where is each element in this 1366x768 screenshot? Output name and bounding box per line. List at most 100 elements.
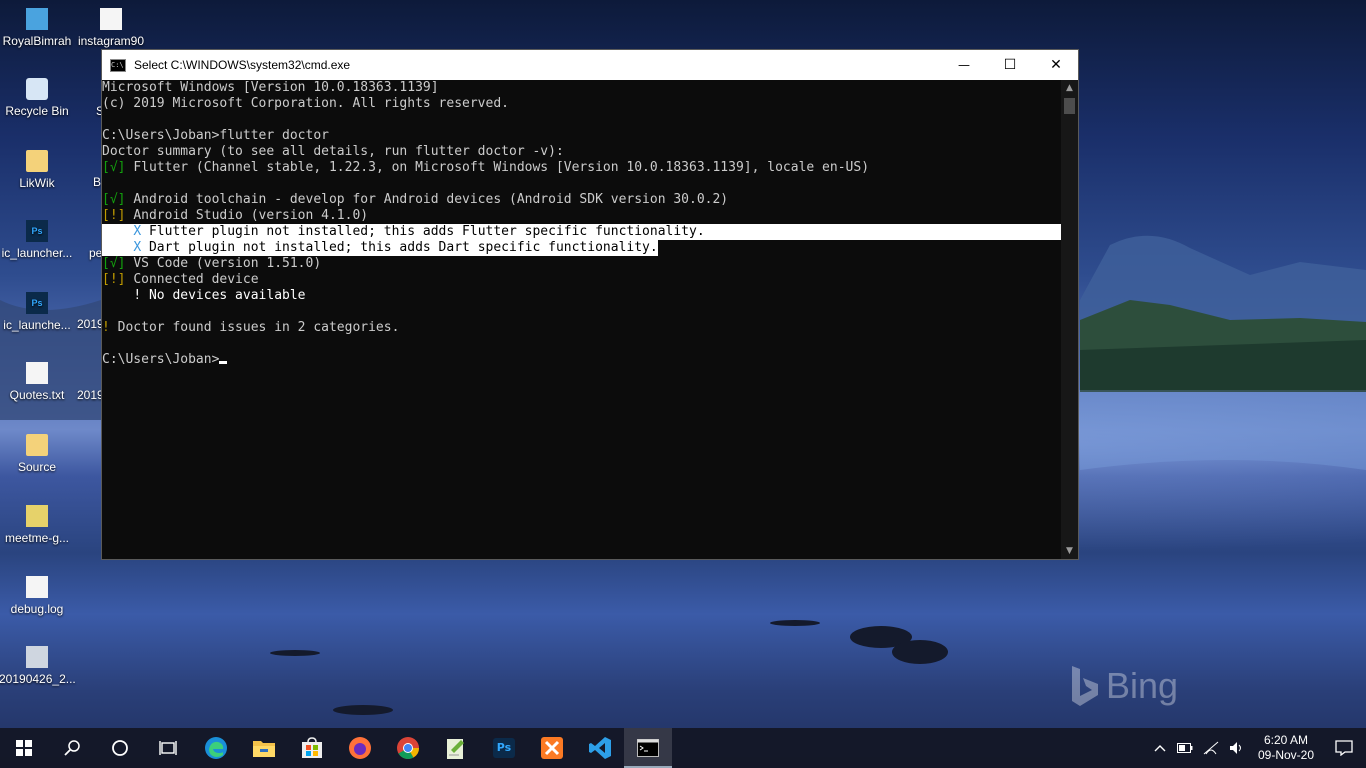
console-line: X Dart plugin not installed; this adds D… bbox=[102, 240, 1061, 256]
console-line: [!] Android Studio (version 4.1.0) bbox=[102, 208, 1061, 224]
desktop-icon-ic-launcher-2[interactable]: Ps ic_launche... bbox=[0, 292, 75, 332]
taskbar-app-vscode[interactable] bbox=[576, 728, 624, 768]
taskbar-app-file-explorer[interactable] bbox=[240, 728, 288, 768]
xampp-icon bbox=[541, 737, 563, 759]
bing-watermark: Bing bbox=[1070, 664, 1178, 708]
task-view-icon bbox=[159, 741, 177, 755]
computer-icon bbox=[26, 8, 48, 30]
network-button[interactable] bbox=[1198, 728, 1224, 768]
desktop-icon-debug-log[interactable]: debug.log bbox=[0, 576, 75, 616]
recycle-bin-icon bbox=[26, 78, 48, 100]
window-title: Select C:\WINDOWS\system32\cmd.exe bbox=[134, 58, 351, 72]
desktop-icon-label: 20190426_2... bbox=[0, 672, 76, 686]
console-text: Doctor found issues in 2 categories. bbox=[117, 320, 400, 335]
cmd-icon: C:\ bbox=[110, 58, 126, 72]
maximize-button[interactable]: ☐ bbox=[987, 50, 1033, 80]
vertical-scrollbar[interactable]: ▲ ▼ bbox=[1061, 80, 1078, 559]
console-line: [!] Connected device bbox=[102, 272, 1061, 288]
clock-time: 6:20 AM bbox=[1263, 733, 1308, 747]
text-cursor bbox=[219, 361, 228, 364]
selected-text: X Dart plugin not installed; this adds D… bbox=[102, 240, 658, 256]
desktop-icon-label: Source bbox=[17, 460, 57, 474]
console-line: [√] VS Code (version 1.51.0) bbox=[102, 256, 1061, 272]
console-text: Dart plugin not installed; this adds Dar… bbox=[148, 240, 658, 255]
show-hidden-icons-button[interactable] bbox=[1148, 728, 1172, 768]
bang-mark: ! bbox=[102, 320, 110, 335]
windows-logo-icon bbox=[16, 740, 32, 756]
cmd-window[interactable]: C:\ Select C:\WINDOWS\system32\cmd.exe —… bbox=[101, 49, 1079, 560]
start-button[interactable] bbox=[0, 728, 48, 768]
chrome-icon bbox=[397, 737, 419, 759]
photoshop-file-icon: Ps bbox=[26, 220, 48, 242]
selected-console-line: X Flutter plugin not installed; this add… bbox=[102, 224, 1062, 240]
edge-icon bbox=[205, 737, 227, 759]
desktop-icon-label: Recycle Bin bbox=[5, 104, 69, 118]
minimize-button[interactable]: — bbox=[941, 50, 987, 80]
console-line: Doctor summary (to see all details, run … bbox=[102, 144, 564, 159]
partial-icon-label: 2019 bbox=[77, 388, 104, 402]
image-file-icon bbox=[26, 646, 48, 668]
desktop-icon-likwik[interactable]: LikWik bbox=[0, 150, 75, 190]
scrollbar-thumb[interactable] bbox=[1064, 98, 1075, 114]
notepad-plus-plus-icon bbox=[447, 739, 464, 759]
title-bar[interactable]: C:\ Select C:\WINDOWS\system32\cmd.exe —… bbox=[102, 50, 1078, 80]
prompt-text: C:\Users\Joban> bbox=[102, 352, 220, 367]
scroll-up-icon[interactable]: ▲ bbox=[1061, 80, 1078, 96]
console-text: Flutter plugin not installed; this adds … bbox=[148, 224, 705, 239]
taskbar-app-firefox[interactable] bbox=[336, 728, 384, 768]
taskbar-app-edge[interactable] bbox=[192, 728, 240, 768]
desktop-icon-label: ic_launcher... bbox=[1, 246, 73, 260]
cortana-button[interactable] bbox=[96, 728, 144, 768]
desktop-icon-label: ic_launche... bbox=[3, 318, 71, 332]
console-line: ! Doctor found issues in 2 categories. bbox=[102, 320, 1061, 336]
folder-icon bbox=[26, 434, 48, 456]
search-icon bbox=[64, 740, 80, 756]
partial-icon-label: B bbox=[93, 175, 102, 189]
notifications-button[interactable] bbox=[1322, 728, 1366, 768]
taskbar-app-photoshop[interactable]: Ps bbox=[480, 728, 528, 768]
rock bbox=[333, 705, 393, 715]
taskbar-app-store[interactable] bbox=[288, 728, 336, 768]
volume-button[interactable] bbox=[1224, 728, 1250, 768]
prompt-line[interactable]: C:\Users\Joban> bbox=[102, 352, 1061, 368]
search-button[interactable] bbox=[48, 728, 96, 768]
close-button[interactable]: ✕ bbox=[1033, 50, 1079, 80]
photoshop-icon: Ps bbox=[493, 738, 515, 758]
desktop-icon-ic-launcher-1[interactable]: Ps ic_launcher... bbox=[0, 220, 75, 260]
console-line: C:\Users\Joban>flutter doctor bbox=[102, 128, 329, 143]
task-view-button[interactable] bbox=[144, 728, 192, 768]
console-line: ! No devices available bbox=[102, 288, 1061, 304]
text-file-icon bbox=[26, 576, 48, 598]
taskbar-app-notepad-plus-plus[interactable] bbox=[432, 728, 480, 768]
console-text: No devices available bbox=[148, 288, 306, 303]
console-output[interactable]: Microsoft Windows [Version 10.0.18363.11… bbox=[102, 80, 1062, 559]
desktop-icon-instagram90[interactable]: instagram90 bbox=[73, 8, 149, 48]
desktop-icon-meetme[interactable]: meetme-g... bbox=[0, 505, 75, 545]
warn-mark: [!] bbox=[102, 272, 126, 287]
console-text: VS Code (version 1.51.0) bbox=[133, 256, 322, 271]
taskbar-app-xampp[interactable] bbox=[528, 728, 576, 768]
rock bbox=[892, 640, 948, 664]
volume-icon bbox=[1229, 742, 1241, 754]
text-file-icon bbox=[26, 362, 48, 384]
taskbar-app-chrome[interactable] bbox=[384, 728, 432, 768]
taskbar: Ps 6:20 AM 09-Nov-20 bbox=[0, 728, 1366, 768]
desktop-icon-source[interactable]: Source bbox=[0, 434, 75, 474]
folder-icon bbox=[26, 150, 48, 172]
ok-mark: [√] bbox=[102, 160, 126, 175]
desktop-icon-royalbimrah[interactable]: RoyalBimrah bbox=[0, 8, 75, 48]
scroll-down-icon[interactable]: ▼ bbox=[1061, 543, 1078, 559]
desktop-icon-recycle-bin[interactable]: Recycle Bin bbox=[0, 78, 75, 118]
clock[interactable]: 6:20 AM 09-Nov-20 bbox=[1250, 733, 1322, 763]
rock bbox=[270, 650, 320, 656]
folder-icon bbox=[253, 741, 275, 757]
battery-button[interactable] bbox=[1172, 728, 1198, 768]
desktop-icon-quotes[interactable]: Quotes.txt bbox=[0, 362, 75, 402]
taskbar-app-cmd[interactable] bbox=[624, 728, 672, 768]
desktop-icon-20190426[interactable]: 20190426_2... bbox=[0, 646, 76, 686]
clock-date: 09-Nov-20 bbox=[1257, 748, 1314, 762]
warn-mark: [!] bbox=[102, 208, 126, 223]
